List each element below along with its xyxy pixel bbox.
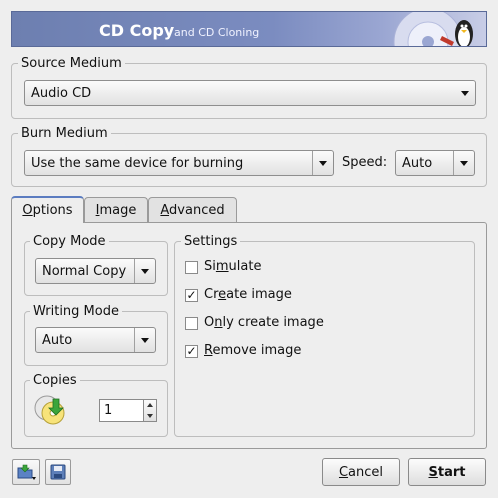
remove-image-label[interactable]: Remove image xyxy=(204,343,301,358)
tab-advanced[interactable]: Advanced xyxy=(148,197,237,222)
source-medium-select[interactable]: Audio CD xyxy=(24,80,476,106)
speed-select[interactable]: Auto xyxy=(395,150,475,176)
cd-penguin-icon xyxy=(393,12,473,46)
source-medium-title: Source Medium xyxy=(18,56,125,71)
burn-device-select[interactable]: Use the same device for burning xyxy=(24,150,334,176)
header-banner: CD Copy and CD Cloning xyxy=(11,11,487,47)
increment-arrow-icon[interactable] xyxy=(144,400,156,411)
tab-options[interactable]: Options xyxy=(11,196,84,223)
start-button[interactable]: Start xyxy=(408,458,486,486)
burn-device-value: Use the same device for burning xyxy=(31,155,244,171)
simulate-checkbox[interactable] xyxy=(185,261,198,274)
copies-stepper[interactable] xyxy=(144,399,157,422)
chevron-down-icon xyxy=(455,81,475,105)
tab-image[interactable]: Image xyxy=(84,197,148,222)
only-create-image-checkbox[interactable] xyxy=(185,317,198,330)
remove-image-checkbox[interactable]: ✓ xyxy=(185,345,198,358)
speed-value: Auto xyxy=(402,155,433,171)
copy-mode-title: Copy Mode xyxy=(30,234,109,249)
simulate-label[interactable]: Simulate xyxy=(204,259,261,274)
tab-options-label: Options xyxy=(22,203,73,218)
settings-title: Settings xyxy=(181,234,241,249)
copies-title: Copies xyxy=(30,373,80,388)
chevron-down-icon xyxy=(312,151,333,175)
copies-value: 1 xyxy=(104,403,113,418)
copies-input[interactable]: 1 xyxy=(99,399,144,422)
save-settings-button[interactable] xyxy=(45,459,71,485)
load-settings-icon xyxy=(17,464,36,480)
burn-medium-title: Burn Medium xyxy=(18,126,111,141)
chevron-down-icon xyxy=(134,328,155,352)
speed-label: Speed: xyxy=(342,155,388,170)
chevron-down-icon xyxy=(134,259,155,283)
tab-image-label: Image xyxy=(95,202,137,218)
load-settings-button[interactable] xyxy=(12,459,40,485)
save-settings-icon xyxy=(50,464,66,480)
cd-copies-icon xyxy=(34,395,65,425)
writing-mode-title: Writing Mode xyxy=(30,304,122,319)
banner-subtitle: and CD Cloning xyxy=(174,26,260,39)
decrement-arrow-icon[interactable] xyxy=(144,411,156,422)
banner-title: CD Copy xyxy=(99,21,175,40)
only-create-image-label[interactable]: Only create image xyxy=(204,315,324,330)
create-image-checkbox[interactable]: ✓ xyxy=(185,289,198,302)
cancel-button[interactable]: Cancel xyxy=(322,458,400,486)
start-button-label: Start xyxy=(428,464,466,480)
copy-mode-value: Normal Copy xyxy=(42,263,127,279)
writing-mode-select[interactable]: Auto xyxy=(35,327,156,353)
cancel-button-label: Cancel xyxy=(338,464,384,480)
chevron-down-icon xyxy=(453,151,474,175)
writing-mode-value: Auto xyxy=(42,332,73,348)
copy-mode-select[interactable]: Normal Copy xyxy=(35,258,156,284)
source-medium-value: Audio CD xyxy=(31,85,92,101)
create-image-label[interactable]: Create image xyxy=(204,287,292,302)
tab-advanced-label: Advanced xyxy=(160,202,225,218)
